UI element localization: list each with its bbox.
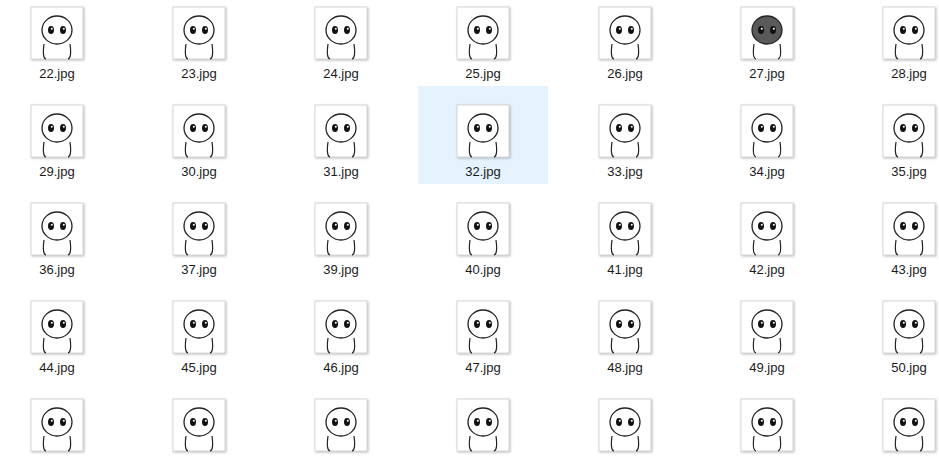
sticker-thumbnail-icon: [30, 202, 84, 256]
file-item[interactable]: 41.jpg: [560, 184, 690, 282]
sticker-thumbnail-icon: [314, 398, 368, 452]
sticker-thumbnail-icon: [882, 202, 936, 256]
file-item[interactable]: 35.jpg: [844, 86, 939, 184]
sticker-thumbnail-icon: [30, 6, 84, 60]
file-name: 23.jpg: [181, 66, 216, 82]
file-item[interactable]: 23.jpg: [134, 0, 264, 86]
file-name: 24.jpg: [323, 66, 358, 82]
file-name: 45.jpg: [181, 360, 216, 376]
sticker-thumbnail-icon: [740, 202, 794, 256]
file-name: 29.jpg: [39, 164, 74, 180]
file-item[interactable]: 25.jpg: [418, 0, 548, 86]
sticker-thumbnail-icon: [314, 6, 368, 60]
file-item[interactable]: 29.jpg: [0, 86, 122, 184]
file-item[interactable]: 36.jpg: [0, 184, 122, 282]
file-item[interactable]: 30.jpg: [134, 86, 264, 184]
file-name: 50.jpg: [891, 360, 926, 376]
sticker-thumbnail-icon: [882, 300, 936, 354]
file-name: 43.jpg: [891, 262, 926, 278]
sticker-thumbnail-icon: [456, 104, 510, 158]
sticker-thumbnail-icon: [172, 104, 226, 158]
file-item[interactable]: [418, 380, 548, 465]
file-name: 28.jpg: [891, 66, 926, 82]
file-item[interactable]: 32.jpg: [418, 86, 548, 184]
file-item[interactable]: [276, 380, 406, 465]
sticker-thumbnail-icon: [598, 104, 652, 158]
sticker-thumbnail-icon: [598, 398, 652, 452]
file-name: 48.jpg: [607, 360, 642, 376]
sticker-thumbnail-icon: [740, 6, 794, 60]
file-item[interactable]: 46.jpg: [276, 282, 406, 380]
file-name: 40.jpg: [465, 262, 500, 278]
sticker-thumbnail-icon: [456, 6, 510, 60]
file-item[interactable]: 34.jpg: [702, 86, 832, 184]
file-name: 42.jpg: [749, 262, 784, 278]
sticker-thumbnail-icon: [30, 300, 84, 354]
sticker-thumbnail-icon: [314, 202, 368, 256]
file-item[interactable]: [560, 380, 690, 465]
sticker-thumbnail-icon: [172, 202, 226, 256]
file-item[interactable]: 50.jpg: [844, 282, 939, 380]
file-item[interactable]: 33.jpg: [560, 86, 690, 184]
file-name: 41.jpg: [607, 262, 642, 278]
file-name: 35.jpg: [891, 164, 926, 180]
file-name: 30.jpg: [181, 164, 216, 180]
sticker-thumbnail-icon: [882, 398, 936, 452]
file-name: 44.jpg: [39, 360, 74, 376]
file-item[interactable]: 26.jpg: [560, 0, 690, 86]
file-item[interactable]: 48.jpg: [560, 282, 690, 380]
sticker-thumbnail-icon: [314, 300, 368, 354]
sticker-thumbnail-icon: [598, 6, 652, 60]
file-name: 25.jpg: [465, 66, 500, 82]
file-item[interactable]: [844, 380, 939, 465]
file-name: 32.jpg: [465, 164, 500, 180]
file-name: 27.jpg: [749, 66, 784, 82]
file-item[interactable]: 47.jpg: [418, 282, 548, 380]
sticker-thumbnail-icon: [172, 398, 226, 452]
file-item[interactable]: 42.jpg: [702, 184, 832, 282]
file-item[interactable]: 22.jpg: [0, 0, 122, 86]
sticker-thumbnail-icon: [740, 398, 794, 452]
sticker-thumbnail-icon: [456, 300, 510, 354]
sticker-thumbnail-icon: [30, 398, 84, 452]
file-name: 34.jpg: [749, 164, 784, 180]
sticker-thumbnail-icon: [598, 300, 652, 354]
file-item[interactable]: [0, 380, 122, 465]
sticker-thumbnail-icon: [172, 300, 226, 354]
file-name: 37.jpg: [181, 262, 216, 278]
file-name: 46.jpg: [323, 360, 358, 376]
file-item[interactable]: 39.jpg: [276, 184, 406, 282]
file-name: 26.jpg: [607, 66, 642, 82]
sticker-thumbnail-icon: [740, 300, 794, 354]
file-name: 31.jpg: [323, 164, 358, 180]
sticker-thumbnail-icon: [456, 202, 510, 256]
file-item[interactable]: [134, 380, 264, 465]
file-name: 39.jpg: [323, 262, 358, 278]
file-name: 47.jpg: [465, 360, 500, 376]
sticker-thumbnail-icon: [314, 104, 368, 158]
file-item[interactable]: [702, 380, 832, 465]
sticker-thumbnail-icon: [740, 104, 794, 158]
sticker-thumbnail-icon: [882, 104, 936, 158]
file-item[interactable]: 40.jpg: [418, 184, 548, 282]
file-item[interactable]: 28.jpg: [844, 0, 939, 86]
file-item[interactable]: 43.jpg: [844, 184, 939, 282]
file-item[interactable]: 24.jpg: [276, 0, 406, 86]
sticker-thumbnail-icon: [598, 202, 652, 256]
sticker-thumbnail-icon: [172, 6, 226, 60]
sticker-thumbnail-icon: [882, 6, 936, 60]
file-name: 33.jpg: [607, 164, 642, 180]
file-grid: 22.jpg 23.jpg 24.jpg 25.jpg 26.jpg 27.jp…: [0, 0, 939, 465]
file-item[interactable]: 27.jpg: [702, 0, 832, 86]
file-item[interactable]: 44.jpg: [0, 282, 122, 380]
file-item[interactable]: 49.jpg: [702, 282, 832, 380]
file-name: 36.jpg: [39, 262, 74, 278]
file-name: 22.jpg: [39, 66, 74, 82]
file-item[interactable]: 31.jpg: [276, 86, 406, 184]
file-item[interactable]: 37.jpg: [134, 184, 264, 282]
file-name: 49.jpg: [749, 360, 784, 376]
file-item[interactable]: 45.jpg: [134, 282, 264, 380]
sticker-thumbnail-icon: [30, 104, 84, 158]
sticker-thumbnail-icon: [456, 398, 510, 452]
